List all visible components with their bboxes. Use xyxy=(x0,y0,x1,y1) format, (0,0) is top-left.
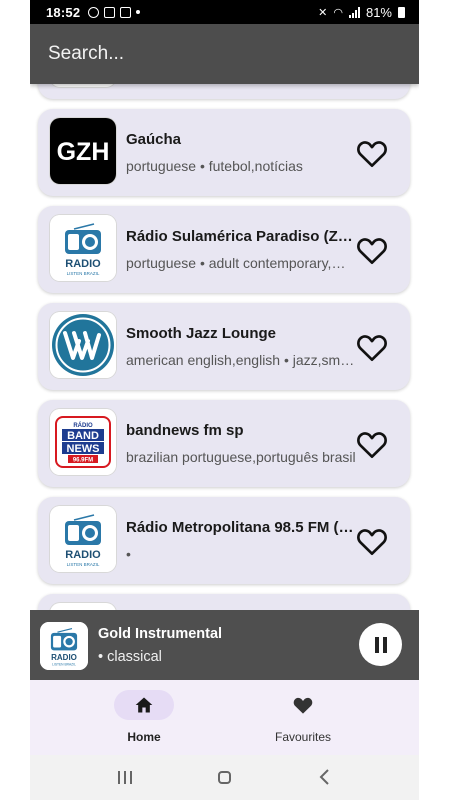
status-bar: 18:52 ✕ ◠ 81% xyxy=(30,0,419,24)
radio-listen-brazil-logo: RADIO LISTEN BRAZIL xyxy=(40,622,88,670)
signal-icon xyxy=(348,6,360,18)
notification-icons xyxy=(88,6,141,18)
station-title: Smooth Jazz Lounge xyxy=(126,325,276,342)
mute-icon: ✕ xyxy=(318,6,328,19)
gzh-logo: GZH xyxy=(50,118,116,184)
station-subtitle: • xyxy=(126,546,131,562)
station-card[interactable]: GZH Gaúcha portuguese • futebol,notícias xyxy=(38,109,410,196)
battery-percent: 81% xyxy=(365,4,392,20)
station-logo xyxy=(50,603,116,610)
svg-text:RADIO: RADIO xyxy=(51,653,77,662)
svg-text:RADIO: RADIO xyxy=(65,549,101,561)
station-subtitle: portuguese • adult contemporary,mpb xyxy=(126,255,356,271)
bandnews-logo: RÁDIO BAND NEWS 96.9FM xyxy=(50,409,116,475)
favourite-heart-icon[interactable] xyxy=(356,235,388,265)
back-icon[interactable] xyxy=(313,767,337,787)
station-card[interactable]: Smooth Jazz Lounge american english,engl… xyxy=(38,303,410,390)
nav-favourites-label: Favourites xyxy=(274,730,332,744)
recent-apps-icon[interactable] xyxy=(113,767,137,787)
station-list[interactable]: GZH Gaúcha portuguese • futebol,notícias xyxy=(30,84,419,610)
svg-text:BAND: BAND xyxy=(67,430,99,442)
wifi-icon: ◠ xyxy=(333,6,343,19)
player-title: Gold Instrumental xyxy=(98,626,223,642)
app-notification-icon xyxy=(104,6,116,18)
system-navigation-bar xyxy=(30,755,419,800)
search-bar xyxy=(30,24,419,84)
station-subtitle: american english,english • jazz,smooth j… xyxy=(126,352,356,368)
status-time: 18:52 xyxy=(46,4,81,20)
gzh-logo-text: GZH xyxy=(57,138,110,166)
mini-player[interactable]: RADIO LISTEN BRAZIL Gold Instrumental • … xyxy=(30,610,419,680)
play-notification-icon xyxy=(88,6,100,18)
station-logo xyxy=(50,84,116,87)
more-notifications-icon xyxy=(136,10,141,14)
station-title: Rádio Metropolitana 98.5 FM (SP) xyxy=(126,519,356,536)
station-card[interactable]: RADIO LISTEN BRAZIL Rádio Metropolitana … xyxy=(38,497,410,584)
status-right: ✕ ◠ 81% xyxy=(318,5,405,20)
app-screen: 18:52 ✕ ◠ 81% Search... GZH Gaúcha portu… xyxy=(30,0,419,800)
search-input[interactable] xyxy=(30,24,419,84)
svg-text:96.9FM: 96.9FM xyxy=(73,458,93,464)
system-home-icon[interactable] xyxy=(212,767,236,787)
nav-favourites[interactable]: Favourites xyxy=(238,690,368,750)
pause-icon xyxy=(374,636,379,653)
svg-text:RADIO: RADIO xyxy=(65,258,101,270)
station-title: Gaúcha xyxy=(126,131,182,148)
nav-home-label: Home xyxy=(127,730,161,744)
station-card-partial[interactable] xyxy=(38,594,410,610)
battery-icon xyxy=(398,6,405,18)
pause-button[interactable] xyxy=(359,623,402,666)
station-subtitle: portuguese • futebol,notícias xyxy=(126,158,303,174)
player-subtitle: • classical xyxy=(98,649,162,665)
station-subtitle: brazilian portuguese,português brasil xyxy=(126,449,356,465)
svg-text:LISTEN BRAZIL: LISTEN BRAZIL xyxy=(67,562,100,567)
svg-text:NEWS: NEWS xyxy=(67,443,100,455)
station-title: Rádio Sulamérica Paradiso (Zona Sul) xyxy=(126,228,356,245)
svg-text:RÁDIO: RÁDIO xyxy=(73,422,93,429)
svg-text:LISTEN BRAZIL: LISTEN BRAZIL xyxy=(67,271,100,276)
favourite-heart-icon[interactable] xyxy=(356,138,388,168)
station-title: bandnews fm sp xyxy=(126,422,244,439)
station-card-partial[interactable] xyxy=(38,84,410,99)
radio-listen-brazil-logo: RADIO LISTEN BRAZIL xyxy=(50,506,116,572)
radio-listen-brazil-logo: RADIO LISTEN BRAZIL xyxy=(50,215,116,281)
home-icon xyxy=(114,690,174,720)
station-card[interactable]: RÁDIO BAND NEWS 96.9FM bandnews fm sp br… xyxy=(38,400,410,487)
heart-icon xyxy=(273,690,333,720)
nav-home[interactable]: Home xyxy=(79,690,209,750)
gmail-notification-icon xyxy=(120,6,132,18)
favourite-heart-icon[interactable] xyxy=(356,526,388,556)
favourite-heart-icon[interactable] xyxy=(356,429,388,459)
station-card[interactable]: RADIO LISTEN BRAZIL Rádio Sulamérica Par… xyxy=(38,206,410,293)
bottom-navigation: Home Favourites xyxy=(30,680,419,755)
favourite-heart-icon[interactable] xyxy=(356,332,388,362)
svg-text:LISTEN BRAZIL: LISTEN BRAZIL xyxy=(52,663,76,667)
wordpress-logo xyxy=(50,312,116,378)
